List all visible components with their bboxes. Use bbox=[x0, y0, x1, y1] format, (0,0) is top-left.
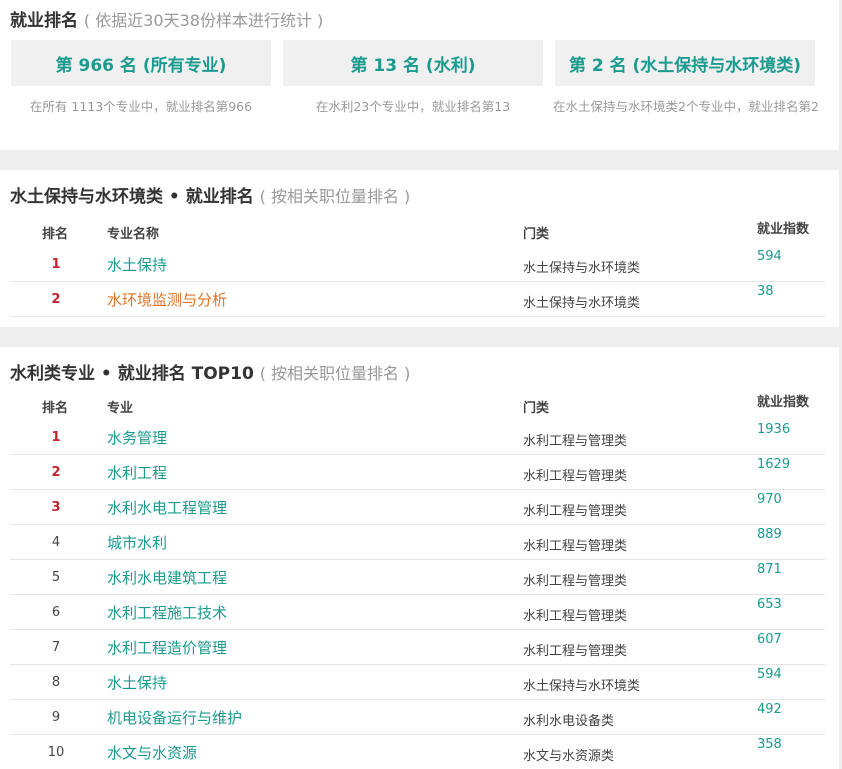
col-header-category: 门类 bbox=[523, 227, 550, 242]
section2-title: 水利类专业 • 就业排名 TOP10 ( 按相关职位量排名 ) bbox=[10, 359, 410, 384]
category-cell: 水利工程与管理类 bbox=[523, 434, 628, 449]
table-row: 6 水利工程施工技术 水利工程与管理类 653 bbox=[10, 595, 825, 630]
table-row: 10 水文与水资源 水文与水资源类 358 bbox=[10, 735, 825, 769]
rank-card-water-label: 第 13 名 (水利) bbox=[350, 55, 476, 76]
section2-subtitle: ( 按相关职位量排名 ) bbox=[259, 364, 411, 383]
major-link[interactable]: 水利水电工程管理 bbox=[107, 497, 227, 518]
index-link[interactable]: 358 bbox=[757, 737, 782, 752]
rank-card-water: 第 13 名 (水利) bbox=[283, 40, 543, 86]
col-header-rank: 排名 bbox=[42, 227, 69, 242]
rank-cell: 5 bbox=[51, 570, 61, 585]
rank-desc-all: 在所有 1113个专业中，就业排名第966 bbox=[29, 99, 253, 114]
rank-cell: 3 bbox=[51, 500, 61, 515]
table-row: 5 水利水电建筑工程 水利工程与管理类 871 bbox=[10, 560, 825, 595]
summary-title: 就业排名 ( 依据近30天38份样本进行统计 ) bbox=[10, 6, 323, 31]
summary-title-text: 就业排名 bbox=[10, 11, 78, 31]
table-row: 7 水利工程造价管理 水利工程与管理类 607 bbox=[10, 630, 825, 665]
table-row: 1 水务管理 水利工程与管理类 1936 bbox=[10, 420, 825, 455]
rank-cell: 2 bbox=[51, 465, 61, 480]
major-link[interactable]: 水利工程造价管理 bbox=[107, 637, 227, 658]
rank-card-soil: 第 2 名 (水土保持与水环境类) bbox=[555, 40, 815, 86]
major-link[interactable]: 水土保持 bbox=[107, 254, 167, 275]
table-row: 2 水环境监测与分析 水土保持与水环境类 38 bbox=[10, 282, 825, 317]
major-link[interactable]: 水土保持 bbox=[107, 672, 167, 693]
category-cell: 水利工程与管理类 bbox=[523, 644, 628, 659]
index-link[interactable]: 38 bbox=[757, 284, 774, 299]
rank-cell: 9 bbox=[51, 710, 61, 725]
index-link[interactable]: 594 bbox=[757, 667, 782, 682]
section-divider bbox=[0, 327, 842, 347]
table-row: 1 水土保持 水土保持与水环境类 594 bbox=[10, 247, 825, 282]
major-link[interactable]: 机电设备运行与维护 bbox=[107, 707, 242, 728]
major-link[interactable]: 水环境监测与分析 bbox=[107, 289, 227, 310]
major-link[interactable]: 水利水电建筑工程 bbox=[107, 567, 227, 588]
table-row: 4 城市水利 水利工程与管理类 889 bbox=[10, 525, 825, 560]
index-link[interactable]: 970 bbox=[757, 492, 782, 507]
rank-desc-soil: 在水土保持与水环境类2个专业中，就业排名第2 bbox=[553, 99, 819, 114]
category-cell: 水文与水资源类 bbox=[523, 749, 615, 764]
major-link[interactable]: 水文与水资源 bbox=[107, 742, 197, 763]
table-row: 8 水土保持 水土保持与水环境类 594 bbox=[10, 665, 825, 700]
category-cell: 水利工程与管理类 bbox=[523, 504, 628, 519]
category-cell: 水土保持与水环境类 bbox=[523, 679, 641, 694]
col-header-category: 门类 bbox=[523, 401, 550, 416]
table-row: 9 机电设备运行与维护 水利水电设备类 492 bbox=[10, 700, 825, 735]
category-cell: 水利水电设备类 bbox=[523, 714, 615, 729]
rank-card-soil-label: 第 2 名 (水土保持与水环境类) bbox=[568, 55, 802, 76]
rank-cell: 4 bbox=[51, 535, 61, 550]
major-link[interactable]: 水利工程施工技术 bbox=[107, 602, 227, 623]
rank-cell: 1 bbox=[51, 430, 61, 445]
major-link[interactable]: 城市水利 bbox=[107, 532, 167, 553]
summary-subtitle: ( 依据近30天38份样本进行统计 ) bbox=[83, 11, 324, 30]
category-cell: 水利工程与管理类 bbox=[523, 539, 628, 554]
major-link[interactable]: 水务管理 bbox=[107, 427, 167, 448]
col-header-name: 专业名称 bbox=[107, 227, 160, 242]
index-link[interactable]: 1629 bbox=[757, 457, 790, 472]
rank-cell: 8 bbox=[51, 675, 61, 690]
category-cell: 水利工程与管理类 bbox=[523, 574, 628, 589]
major-link[interactable]: 水利工程 bbox=[107, 462, 167, 483]
index-link[interactable]: 871 bbox=[757, 562, 782, 577]
section2-title-text: 水利类专业 • 就业排名 TOP10 bbox=[10, 364, 254, 384]
category-cell: 水利工程与管理类 bbox=[523, 609, 628, 624]
table-row: 3 水利水电工程管理 水利工程与管理类 970 bbox=[10, 490, 825, 525]
section1-subtitle: ( 按相关职位量排名 ) bbox=[259, 187, 411, 206]
rank-desc-water: 在水利23个专业中，就业排名第13 bbox=[315, 99, 511, 114]
col-header-rank: 排名 bbox=[42, 401, 69, 416]
index-link[interactable]: 607 bbox=[757, 632, 782, 647]
section1-title: 水土保持与水环境类 • 就业排名 ( 按相关职位量排名 ) bbox=[10, 182, 410, 207]
index-link[interactable]: 1936 bbox=[757, 422, 790, 437]
rank-card-all: 第 966 名 (所有专业) bbox=[11, 40, 271, 86]
col-header-index: 就业指数 bbox=[757, 222, 810, 237]
table-row: 2 水利工程 水利工程与管理类 1629 bbox=[10, 455, 825, 490]
section-divider bbox=[0, 150, 842, 170]
category-cell: 水土保持与水环境类 bbox=[523, 296, 641, 311]
rank-cell: 2 bbox=[51, 292, 61, 307]
category-cell: 水土保持与水环境类 bbox=[523, 261, 641, 276]
category-cell: 水利工程与管理类 bbox=[523, 469, 628, 484]
section1-title-text: 水土保持与水环境类 • 就业排名 bbox=[10, 187, 254, 207]
col-header-name: 专业 bbox=[107, 401, 134, 416]
index-link[interactable]: 594 bbox=[757, 249, 782, 264]
rank-cell: 10 bbox=[47, 745, 65, 760]
index-link[interactable]: 653 bbox=[757, 597, 782, 612]
rank-card-all-label: 第 966 名 (所有专业) bbox=[55, 55, 227, 76]
rank-cell: 6 bbox=[51, 605, 61, 620]
rank-cell: 1 bbox=[51, 257, 61, 272]
index-link[interactable]: 889 bbox=[757, 527, 782, 542]
index-link[interactable]: 492 bbox=[757, 702, 782, 717]
rank-cell: 7 bbox=[51, 640, 61, 655]
col-header-index: 就业指数 bbox=[757, 395, 810, 410]
